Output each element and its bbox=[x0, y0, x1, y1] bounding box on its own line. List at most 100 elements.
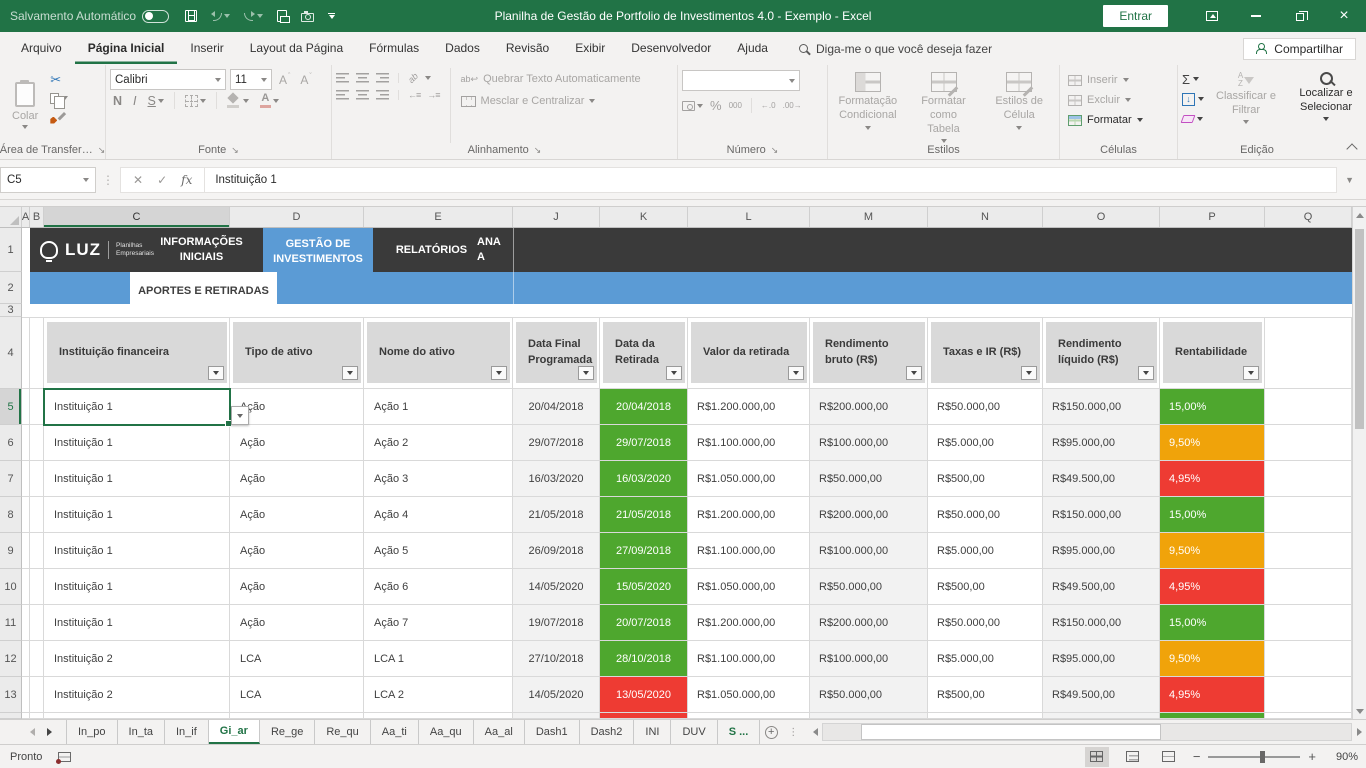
hscroll-right-button[interactable] bbox=[1352, 723, 1366, 741]
minimize-button[interactable] bbox=[1234, 0, 1278, 32]
autosave-toggle[interactable] bbox=[142, 10, 169, 23]
confirm-entry-icon[interactable]: ✓ bbox=[157, 173, 167, 187]
grid-cell[interactable]: R$200.000,00 bbox=[810, 605, 928, 641]
align-center-icon[interactable] bbox=[356, 90, 369, 100]
filter-button[interactable] bbox=[578, 366, 594, 380]
wrap-text-button[interactable]: ab↩Quebrar Texto Automaticamente bbox=[461, 73, 641, 85]
restore-button[interactable] bbox=[1278, 0, 1322, 32]
grid-cell[interactable]: Ação 1 bbox=[364, 389, 513, 425]
prev-sheet-button[interactable] bbox=[30, 728, 35, 736]
filter-button[interactable] bbox=[491, 366, 507, 380]
grid-cell-partial[interactable] bbox=[688, 713, 810, 719]
grid-cell[interactable]: R$150.000,00 bbox=[1043, 605, 1160, 641]
grid-cell[interactable]: R$100.000,00 bbox=[810, 533, 928, 569]
grid-cell[interactable]: Instituição 1 bbox=[44, 461, 230, 497]
clear-button[interactable] bbox=[1182, 111, 1204, 127]
name-box[interactable]: C5 bbox=[0, 167, 96, 193]
column-header-C[interactable]: C bbox=[44, 207, 230, 227]
grid-cell[interactable]: Ação 5 bbox=[364, 533, 513, 569]
grid-cell-partial[interactable] bbox=[364, 713, 513, 719]
column-header-L[interactable]: L bbox=[688, 207, 810, 227]
nav-tab-ana[interactable]: ANAA bbox=[473, 228, 515, 272]
zoom-slider[interactable] bbox=[1208, 756, 1300, 758]
grid-cell[interactable]: 20/04/2018 bbox=[600, 389, 688, 425]
row-header-3[interactable]: 3 bbox=[0, 304, 22, 317]
font-color-button[interactable]: A bbox=[257, 92, 282, 109]
grid-cell[interactable] bbox=[1265, 605, 1352, 641]
grid-cell[interactable]: LCA 2 bbox=[364, 677, 513, 713]
nav-tab-gestão-de[interactable]: GESTÃO DEINVESTIMENTOS bbox=[263, 228, 373, 276]
tell-me-search[interactable]: Diga-me o que você deseja fazer bbox=[799, 42, 992, 56]
grid-cell[interactable]: Ação 2 bbox=[364, 425, 513, 461]
sheet-tab-re_qu[interactable]: Re_qu bbox=[315, 720, 370, 744]
grid-cell[interactable] bbox=[1265, 425, 1352, 461]
customize-qat-button[interactable] bbox=[328, 13, 335, 20]
formula-bar-expand-icon[interactable]: ▼ bbox=[1337, 175, 1362, 185]
grid-cell[interactable]: R$49.500,00 bbox=[1043, 677, 1160, 713]
grid-cell[interactable]: R$49.500,00 bbox=[1043, 569, 1160, 605]
grid-cell[interactable]: Instituição 2 bbox=[44, 641, 230, 677]
record-macro-icon[interactable] bbox=[58, 752, 71, 762]
grid-cell[interactable]: 28/10/2018 bbox=[600, 641, 688, 677]
column-header-Q[interactable]: Q bbox=[1265, 207, 1352, 227]
grid-cell[interactable] bbox=[1265, 533, 1352, 569]
grid-cell[interactable]: R$1.200.000,00 bbox=[688, 389, 810, 425]
share-button[interactable]: Compartilhar bbox=[1243, 38, 1356, 60]
grid-cell[interactable] bbox=[22, 461, 30, 497]
grid-cell[interactable] bbox=[30, 389, 44, 425]
filter-button[interactable] bbox=[342, 366, 358, 380]
format-painter-button[interactable] bbox=[50, 110, 68, 124]
grid-cell[interactable]: R$1.050.000,00 bbox=[688, 677, 810, 713]
grid-cell[interactable] bbox=[30, 461, 44, 497]
merge-center-button[interactable]: Mesclar e Centralizar bbox=[461, 95, 641, 107]
grid-cell[interactable] bbox=[22, 533, 30, 569]
increase-font-button[interactable]: Aˆ bbox=[276, 73, 293, 87]
grid-cell-partial[interactable] bbox=[1043, 713, 1160, 719]
fill-button[interactable]: ↓ bbox=[1182, 91, 1204, 107]
increase-decimal-button[interactable]: ←.0 bbox=[761, 101, 776, 110]
select-all-corner[interactable] bbox=[0, 207, 22, 227]
grid-cell[interactable]: R$50.000,00 bbox=[810, 569, 928, 605]
grid-cell[interactable]: R$200.000,00 bbox=[810, 497, 928, 533]
grid-cell[interactable]: 27/09/2018 bbox=[600, 533, 688, 569]
align-left-icon[interactable] bbox=[336, 90, 349, 100]
table-header-cell[interactable]: Rendimento líquido (R$) bbox=[1046, 322, 1157, 383]
cell-styles-button[interactable]: Estilos de Célula bbox=[983, 68, 1055, 143]
grid-cell[interactable]: 16/03/2020 bbox=[600, 461, 688, 497]
close-button[interactable]: × bbox=[1322, 0, 1366, 32]
grid-cell[interactable]: R$500,00 bbox=[928, 677, 1043, 713]
grid-cell[interactable]: 26/09/2018 bbox=[513, 533, 600, 569]
grid-cell-partial[interactable] bbox=[928, 713, 1043, 719]
table-header-cell[interactable]: Nome do ativo bbox=[367, 322, 510, 383]
vertical-scrollbar[interactable] bbox=[1352, 207, 1366, 719]
find-select-button[interactable]: Localizar e Selecionar bbox=[1288, 68, 1364, 143]
ribbon-tab-dados[interactable]: Dados bbox=[432, 33, 493, 64]
filter-button[interactable] bbox=[1243, 366, 1259, 380]
sheet-tab-dash1[interactable]: Dash1 bbox=[525, 720, 580, 744]
ribbon-tab-revisão[interactable]: Revisão bbox=[493, 33, 562, 64]
accounting-format-button[interactable] bbox=[682, 101, 703, 111]
grid-cell[interactable]: R$1.050.000,00 bbox=[688, 461, 810, 497]
grid-cell[interactable]: R$50.000,00 bbox=[810, 461, 928, 497]
sheet-tab-gi_ar[interactable]: Gi_ar bbox=[209, 720, 260, 744]
grid-cell[interactable]: Ação 3 bbox=[364, 461, 513, 497]
number-dialog-launcher[interactable]: ↘ bbox=[771, 146, 779, 155]
cell-validation-dropdown-button[interactable] bbox=[231, 406, 249, 425]
grid-cell[interactable]: 15,00% bbox=[1160, 497, 1265, 533]
grid-cell[interactable]: 9,50% bbox=[1160, 425, 1265, 461]
underline-button[interactable]: S bbox=[145, 93, 167, 109]
grid-cell[interactable]: R$95.000,00 bbox=[1043, 425, 1160, 461]
format-cells-button[interactable]: Formatar bbox=[1064, 110, 1173, 130]
print-preview-icon[interactable] bbox=[277, 10, 287, 22]
grid-cell-partial[interactable] bbox=[810, 713, 928, 719]
row-header-7[interactable]: 7 bbox=[0, 461, 22, 497]
grid-cell[interactable] bbox=[1265, 677, 1352, 713]
grid-cell[interactable]: Ação bbox=[230, 533, 364, 569]
grid-cell[interactable]: 15,00% bbox=[1160, 605, 1265, 641]
row-header-8[interactable]: 8 bbox=[0, 497, 22, 533]
signin-button[interactable]: Entrar bbox=[1103, 5, 1168, 27]
clipboard-dialog-launcher[interactable]: ↘ bbox=[98, 146, 106, 155]
grid-cell[interactable]: R$5.000,00 bbox=[928, 641, 1043, 677]
grid-cell[interactable]: 27/10/2018 bbox=[513, 641, 600, 677]
grid-cell[interactable] bbox=[30, 425, 44, 461]
